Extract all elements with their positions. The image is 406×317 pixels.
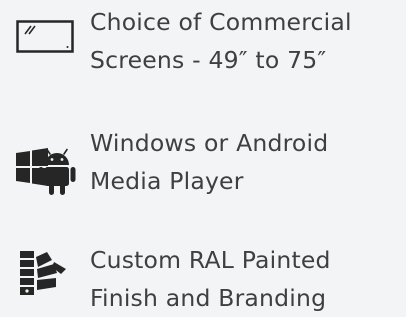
feature-subtitle: Finish and Branding	[90, 284, 327, 312]
feature-text: Custom RAL Painted Finish and Branding	[90, 241, 331, 317]
feature-text: Choice of Commercial Screens - 49″ to 75…	[90, 3, 352, 79]
paint-swatch-icon	[16, 249, 72, 301]
feature-title: Windows or Android	[90, 129, 329, 157]
monitor-icon	[16, 20, 74, 58]
windows-android-icon	[16, 148, 76, 200]
feature-title: Choice of Commercial	[90, 8, 352, 36]
feature-subtitle: Media Player	[90, 167, 244, 195]
feature-title: Custom RAL Painted	[90, 246, 331, 274]
feature-text: Windows or Android Media Player	[90, 124, 328, 200]
feature-subtitle: Screens - 49″ to 75″	[90, 46, 327, 74]
